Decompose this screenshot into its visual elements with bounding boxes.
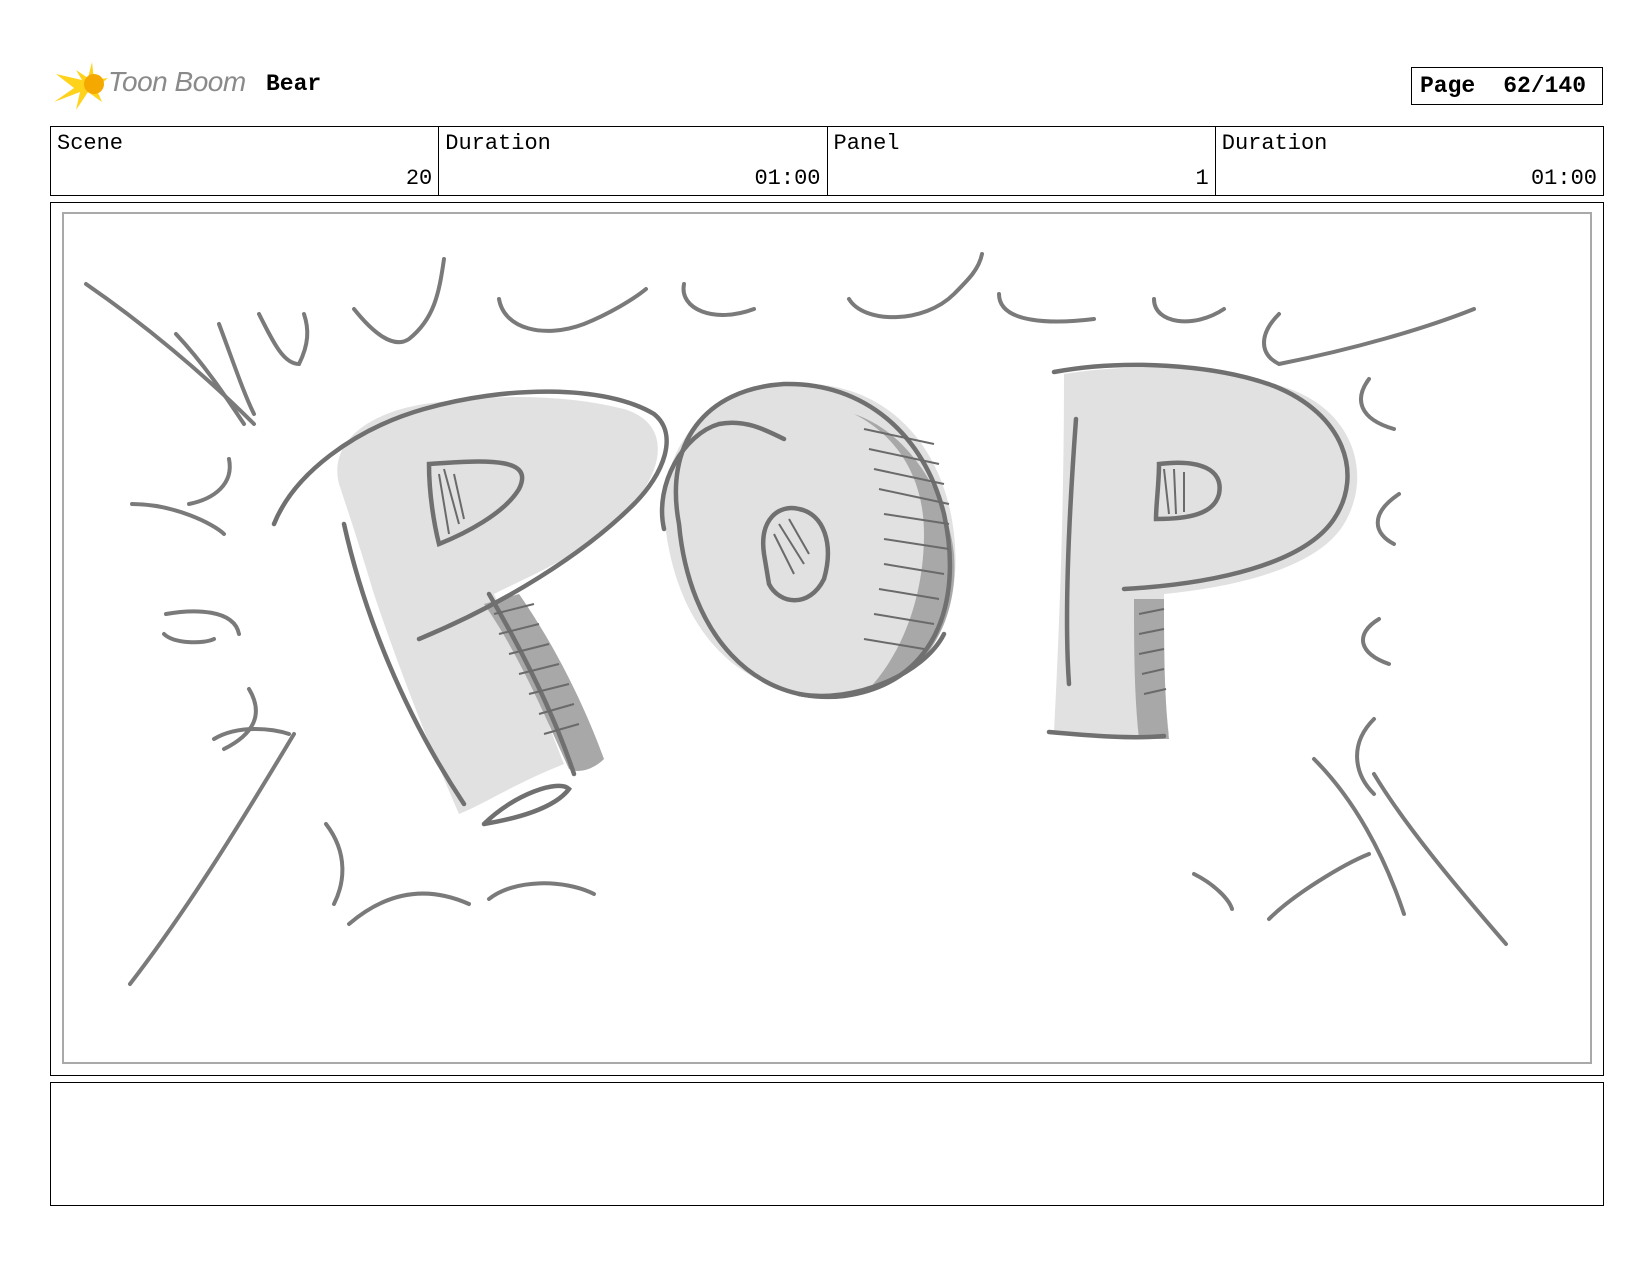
scene-duration-value: 01:00 <box>754 166 821 191</box>
page-label: Page <box>1420 73 1476 99</box>
scene-duration-label: Duration <box>445 131 551 156</box>
letter-p-left <box>271 389 669 827</box>
scene-value: 20 <box>405 166 433 191</box>
toon-boom-burst-icon <box>54 62 108 110</box>
page-number: 62/140 <box>1503 73 1587 99</box>
pop-sketch-drawing <box>84 252 1508 986</box>
panel-duration-label: Duration <box>1221 131 1328 156</box>
letter-o <box>659 381 956 700</box>
project-title: Bear <box>266 71 322 97</box>
panel-duration-value: 01:00 <box>1530 166 1597 191</box>
panel-frame <box>62 212 1592 1064</box>
scene-duration-cell: Duration 01:00 <box>439 127 828 195</box>
letter-p-right <box>1046 362 1358 740</box>
panel-duration-cell: Duration 01:00 <box>1216 127 1603 195</box>
scene-label: Scene <box>57 131 124 156</box>
page-counter: Page 62/140 <box>1411 67 1603 105</box>
panel-value: 1 <box>1195 166 1209 191</box>
storyboard-panel[interactable] <box>50 202 1604 1076</box>
logo-wordmark: Toon Boom <box>108 66 246 97</box>
scene-cell: Scene 20 <box>51 127 440 195</box>
panel-cell: Panel 1 <box>828 127 1216 195</box>
scene-info-table: Scene 20 Duration 01:00 Panel 1 Duration… <box>50 126 1604 196</box>
panel-label: Panel <box>833 131 900 156</box>
panel-notes-box[interactable] <box>50 1082 1604 1206</box>
